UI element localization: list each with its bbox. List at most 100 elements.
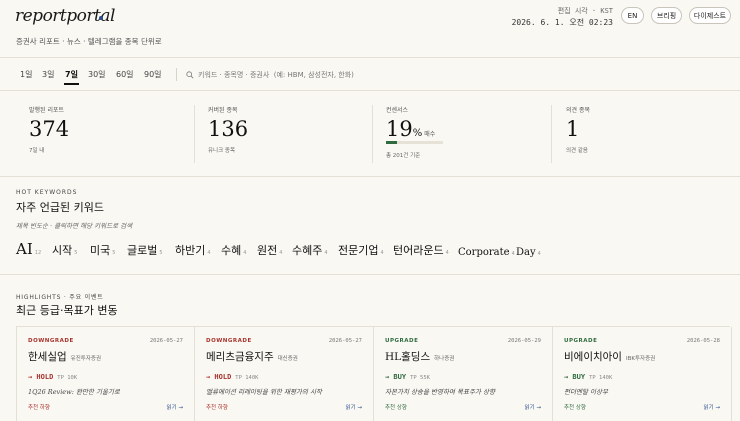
read-link[interactable]: 읽기 → (704, 403, 720, 411)
highlight-cards: DOWNGRADE 2026-05-27 한세실업 유진투자증권 → HOLD TP… (16, 326, 732, 421)
keyword-text: 미국 (90, 244, 111, 257)
keyword-text: Corporate (458, 247, 510, 258)
language-button[interactable]: EN (621, 7, 644, 24)
rating-value: → HOLD (28, 373, 54, 381)
keyword-item[interactable]: 글로벌 5 (127, 242, 163, 258)
keyword-count: 4 (380, 250, 384, 256)
range-tab-60d[interactable]: 60일 (116, 69, 134, 80)
keyword-item[interactable]: Corporate 4 (458, 247, 515, 258)
stat-label: 커버된 종목 (208, 107, 238, 114)
digest-button[interactable]: 다이제스트 (689, 7, 731, 24)
range-tab-1d[interactable]: 1일 (20, 69, 32, 80)
keyword-item[interactable]: AI 12 (16, 240, 41, 258)
stat-divider (372, 105, 373, 163)
keyword-item[interactable]: 수혜 4 (221, 242, 246, 258)
keyword-count: 5 (159, 250, 163, 256)
card-rating: → HOLD TP 140K (206, 373, 258, 381)
stats-row: 발행된 리포트 374 7일 내 커버된 종목 136 유니크 종목 컨센서스 … (0, 91, 740, 177)
edit-time-value: 2026. 6. 1. 오전 02:23 (511, 18, 613, 27)
keyword-text: 수혜 (221, 244, 242, 257)
card-trend: 추천 상향 (564, 405, 586, 411)
keyword-list: AI 12 시작 5 미국 5 글로벌 5 하반기 4 수혜 4 원전 4 수혜주 4 전문기업… (16, 240, 736, 262)
stat-sub: 7일 내 (29, 148, 45, 154)
keyword-count: 4 (445, 250, 449, 256)
keyword-count: 4 (207, 250, 211, 256)
stat-consensus: 컨센서스 19% 매수 총 201건 기준 (386, 105, 435, 159)
consensus-progress-bar (386, 141, 443, 144)
keyword-count: 4 (537, 251, 541, 257)
highlights-eyebrow: HIGHLIGHTS · 주요 이벤트 (16, 294, 104, 301)
logo-dot (99, 16, 103, 20)
card-date: 2026-05-28 (686, 338, 720, 344)
card-type: UPGRADE (564, 338, 598, 344)
card-trend: 추천 하향 (28, 405, 50, 411)
highlight-card[interactable]: DOWNGRADE 2026-05-27 한세실업 유진투자증권 → HOLD TP… (16, 327, 195, 421)
header: reportportal 증권사 리포트 · 뉴스 · 텔레그램을 종목 단위로… (0, 0, 740, 58)
stat-divider (551, 105, 552, 163)
filter-divider (176, 68, 177, 81)
range-tab-3d[interactable]: 3일 (42, 69, 54, 80)
range-tab-30d[interactable]: 30일 (88, 69, 106, 80)
card-date: 2026-05-27 (328, 338, 362, 344)
broker-name: 유진투자증권 (70, 356, 102, 362)
stat-opinion: 의견 종목 1 의견 같음 (566, 105, 590, 154)
keyword-item[interactable]: 수혜주 4 (292, 242, 328, 258)
highlight-card[interactable]: DOWNGRADE 2026-05-27 메리츠금융지주 대신증권 → HOLD T… (195, 327, 374, 421)
card-summary: 자본가치 상승을 반영하여 목표주가 상향 (385, 388, 495, 396)
keywords-eyebrow: HOT KEYWORDS (16, 189, 78, 196)
stat-label: 발행된 리포트 (29, 107, 65, 114)
target-price: TP 140K (235, 375, 259, 381)
card-summary: 1Q26 Review: 완만한 기울기로 (28, 388, 120, 396)
card-company: 한세실업 유진투자증권 (28, 349, 101, 364)
highlight-card[interactable]: UPGRADE 2026-05-29 HL홀딩스 하나증권 → BUY TP 55K… (374, 327, 553, 421)
stat-sub: 유니크 종목 (208, 148, 236, 154)
company-name: 비에이치아이 (564, 351, 622, 363)
card-date: 2026-05-29 (507, 338, 541, 344)
keyword-item[interactable]: 전문기업 4 (338, 242, 384, 258)
card-rating: → HOLD TP 10K (28, 373, 77, 381)
stat-divider (194, 105, 195, 163)
broker-name: IBK투자증권 (625, 356, 656, 362)
edit-time-label: 편집 시각 · KST (557, 7, 613, 15)
stat-label: 컨센서스 (386, 107, 409, 114)
keyword-count: 5 (74, 250, 78, 256)
target-price: TP 10K (57, 375, 78, 381)
filter-bar: 1일 3일 7일 30일 60일 90일 (0, 58, 740, 91)
keyword-item[interactable]: 시작 5 (52, 242, 77, 258)
stat-unit: % (412, 128, 423, 139)
stat-covered: 커버된 종목 136 유니크 종목 (208, 105, 248, 154)
card-company: 메리츠금융지주 대신증권 (206, 349, 298, 364)
keyword-item[interactable]: 턴어라운드 4 (393, 242, 449, 258)
tagline: 증권사 리포트 · 뉴스 · 텔레그램을 종목 단위로 (16, 37, 162, 46)
keyword-count: 4 (511, 251, 515, 257)
consensus-progress-fill (386, 141, 397, 144)
stat-value: 1 (566, 117, 580, 141)
keyword-item[interactable]: Day 4 (516, 247, 541, 258)
stat-value-number: 19 (386, 117, 413, 141)
search-input[interactable] (198, 67, 598, 82)
keyword-item[interactable]: 원전 4 (257, 242, 282, 258)
card-date: 2026-05-27 (149, 338, 183, 344)
keyword-item[interactable]: 미국 5 (90, 242, 115, 258)
keyword-text: AI (16, 240, 33, 258)
briefing-button[interactable]: 브리핑 (651, 7, 682, 24)
keyword-text: 원전 (257, 244, 278, 257)
highlights-title: 최근 등급·목표가 변동 (16, 304, 118, 317)
target-price: TP 140K (589, 375, 613, 381)
read-link[interactable]: 읽기 → (346, 403, 362, 411)
highlight-card[interactable]: UPGRADE 2026-05-28 비에이치아이 IBK투자증권 → BUY TP… (553, 327, 732, 421)
keyword-count: 12 (34, 250, 42, 256)
read-link[interactable]: 읽기 → (525, 403, 541, 411)
keyword-text: 글로벌 (127, 244, 158, 257)
card-rating: → BUY TP 55K (385, 373, 430, 381)
keyword-item[interactable]: 하반기 4 (175, 242, 211, 258)
read-link[interactable]: 읽기 → (167, 403, 183, 411)
card-trend: 추천 하향 (206, 405, 228, 411)
card-company: 비에이치아이 IBK투자증권 (564, 349, 655, 364)
section-divider (0, 274, 740, 275)
keyword-text: 시작 (52, 244, 73, 257)
range-tab-7d[interactable]: 7일 (64, 69, 79, 85)
stat-reports: 발행된 리포트 374 7일 내 (29, 105, 69, 154)
card-type: DOWNGRADE (28, 338, 74, 344)
range-tab-90d[interactable]: 90일 (144, 69, 162, 80)
